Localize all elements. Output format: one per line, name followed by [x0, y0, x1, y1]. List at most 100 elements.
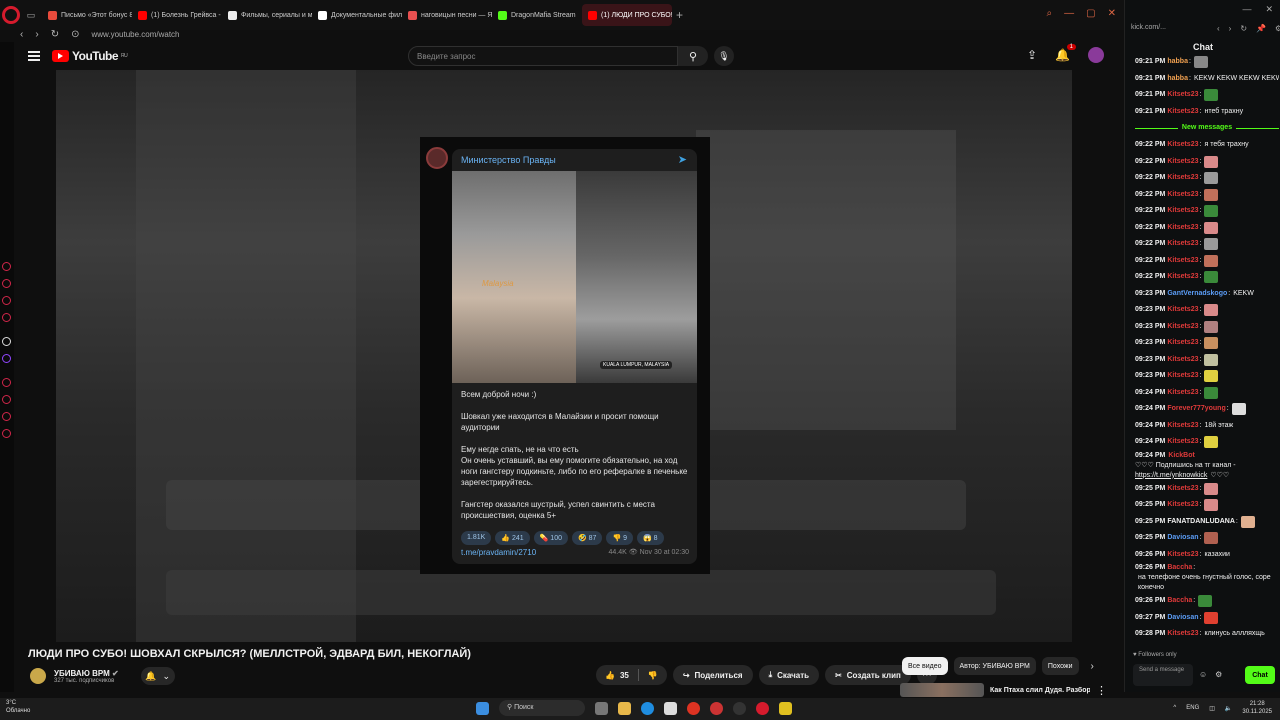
reload-icon[interactable]: ↻ [1240, 24, 1247, 33]
message-user[interactable]: Kitsets23 [1167, 421, 1198, 431]
emote-icon[interactable]: ☺ [1199, 670, 1207, 679]
message-user[interactable]: Kitsets23 [1167, 90, 1198, 100]
sidebar-bookmarks-icon[interactable] [2, 412, 11, 421]
message-user[interactable]: KickBot [1168, 451, 1194, 461]
chat-input[interactable]: Send a message [1133, 664, 1193, 686]
message-user[interactable]: GantVernadskogo [1167, 289, 1227, 299]
task-view-icon[interactable] [595, 701, 608, 715]
message-user[interactable]: Kitsets23 [1167, 305, 1198, 315]
browser-tab[interactable]: (1) Болезнь Грейвса - Те [132, 4, 222, 26]
message-user[interactable]: Kitsets23 [1167, 256, 1198, 266]
sidebar-settings-icon[interactable] [2, 429, 11, 438]
video-thumbnail[interactable] [900, 683, 984, 697]
minimize-button[interactable]: — [1064, 8, 1074, 19]
new-tab-button[interactable]: + [672, 8, 687, 22]
yandex-icon[interactable] [687, 701, 700, 715]
browser-tab[interactable]: наговицын песни — Янд [402, 4, 492, 26]
voice-search-button[interactable]: 🎙 [714, 46, 734, 66]
opera-icon[interactable] [756, 701, 769, 715]
telegram-link[interactable]: https://t.me/ynknowkick [1135, 471, 1207, 481]
search-tabs-icon[interactable]: ⌕ [1047, 8, 1053, 19]
settings-icon[interactable]: ⚙ [1215, 670, 1222, 679]
sidebar-ai-icon[interactable] [2, 337, 11, 346]
message-user[interactable]: habba [1167, 57, 1188, 67]
back-icon[interactable]: ‹ [20, 29, 23, 40]
chevron-right-icon[interactable]: › [1091, 661, 1094, 672]
message-user[interactable]: Kitsets23 [1167, 322, 1198, 332]
message-user[interactable]: Forever777young [1167, 404, 1225, 414]
message-user[interactable]: Kitsets23 [1167, 173, 1198, 183]
chip-similar[interactable]: Похожи [1041, 657, 1079, 675]
sidebar-chat-icon[interactable] [2, 296, 11, 305]
minimize-button[interactable]: — [1242, 4, 1251, 15]
weather-widget[interactable]: 3°C Облачно [6, 699, 30, 715]
message-user[interactable]: habba [1167, 74, 1188, 84]
message-user[interactable]: FANATDANLUDANA [1167, 517, 1235, 527]
forward-icon[interactable]: › [35, 29, 38, 40]
sidebar-aria-icon[interactable] [2, 262, 11, 271]
recommended-video[interactable]: Как Птаха слил Дудя. Разбор ⋮ [900, 683, 1107, 697]
close-window-button[interactable]: ✕ [1108, 8, 1116, 19]
message-user[interactable]: Kitsets23 [1167, 272, 1198, 282]
message-user[interactable]: Kitsets23 [1167, 355, 1198, 365]
search-input[interactable]: Введите запрос [408, 46, 678, 66]
message-user[interactable]: Kitsets23 [1167, 190, 1198, 200]
store-icon[interactable] [664, 701, 677, 715]
share-button[interactable]: ↪ Поделиться [672, 665, 753, 685]
browser-tab[interactable]: Письмо «Этот бонус 8Е [42, 4, 132, 26]
clip-button[interactable]: ✂ Создать клип [825, 665, 911, 685]
reload-icon[interactable]: ↻ [51, 29, 59, 40]
sidebar-clock-icon[interactable] [2, 395, 11, 404]
message-user[interactable]: Kitsets23 [1167, 550, 1198, 560]
message-user[interactable]: Kitsets23 [1167, 484, 1198, 494]
download-button[interactable]: ⤓ Скачать [758, 665, 820, 685]
network-icon[interactable]: ◫ [1209, 705, 1215, 712]
message-user[interactable]: Kitsets23 [1167, 140, 1198, 150]
settings-icon[interactable]: ⚙ [1275, 24, 1280, 33]
kebab-icon[interactable]: ⋮ [1096, 684, 1107, 697]
chip-all[interactable]: Все видео [902, 657, 948, 675]
message-user[interactable]: Kitsets23 [1167, 206, 1198, 216]
browser-tab[interactable]: Фильмы, сериалы и мул [222, 4, 312, 26]
browser-tab[interactable]: (1) ЛЮДИ ПРО СУБО! [582, 4, 672, 26]
chat-log[interactable]: 09:21 PM habba:09:21 PM habba: KEKW KEKW KE… [1135, 54, 1279, 650]
message-user[interactable]: Kitsets23 [1167, 437, 1198, 447]
sidebar-twitch-icon[interactable] [2, 354, 11, 363]
message-user[interactable]: Daviosan [1167, 613, 1198, 623]
avatar[interactable] [1088, 47, 1104, 63]
message-user[interactable]: Kitsets23 [1167, 338, 1198, 348]
message-user[interactable]: Kitsets23 [1167, 223, 1198, 233]
message-user[interactable]: Kitsets23 [1167, 107, 1198, 117]
message-user[interactable]: Kitsets23 [1167, 371, 1198, 381]
opera-gx-icon[interactable] [710, 701, 723, 715]
subscribed-button[interactable]: 🔔 ⌄ [140, 667, 175, 685]
chip-author[interactable]: Автор: УБИВАЮ ВРМ [953, 657, 1036, 675]
search-button[interactable]: ⚲ [678, 46, 708, 66]
channel-name[interactable]: УБИВАЮ ВРМ ✔ [54, 669, 119, 678]
message-user[interactable]: Baccha [1167, 563, 1192, 573]
app-icon[interactable] [733, 701, 746, 715]
browser-tab[interactable]: Документальные фильм [312, 4, 402, 26]
dislike-button[interactable]: 👎 [639, 671, 667, 680]
message-user[interactable]: Kitsets23 [1167, 388, 1198, 398]
app-icon[interactable] [779, 701, 792, 715]
upload-icon[interactable]: ⇪ [1027, 48, 1037, 62]
message-user[interactable]: Kitsets23 [1167, 239, 1198, 249]
volume-icon[interactable]: 🔈 [1225, 705, 1232, 712]
taskbar-search[interactable]: ⚲ Поиск [499, 700, 585, 716]
edge-icon[interactable] [641, 701, 654, 715]
sidebar-history-icon[interactable] [2, 378, 11, 387]
tray-chevron-icon[interactable]: ^ [1173, 705, 1176, 711]
youtube-logo[interactable]: YouTube RU [52, 49, 128, 63]
close-panel-button[interactable]: ✕ [1265, 4, 1273, 15]
message-user[interactable]: Kitsets23 [1167, 157, 1198, 167]
pin-icon[interactable]: 📌 [1256, 24, 1266, 33]
menu-icon[interactable] [28, 49, 40, 63]
clock[interactable]: 21:28 30.11.2025 [1242, 700, 1272, 716]
message-user[interactable]: Baccha [1167, 596, 1192, 606]
url-text[interactable]: www.youtube.com/watch [91, 30, 179, 39]
maximize-button[interactable]: ▢ [1086, 8, 1095, 19]
opera-logo-icon[interactable] [2, 6, 20, 24]
security-icon[interactable]: ⊙ [71, 29, 79, 40]
notifications-icon[interactable]: 🔔 1 [1055, 44, 1076, 62]
